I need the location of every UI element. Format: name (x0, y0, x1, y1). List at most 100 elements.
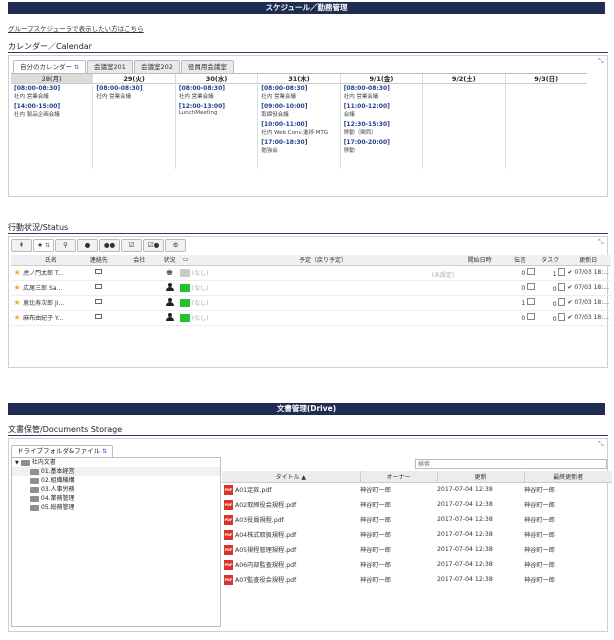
mail-icon[interactable] (95, 314, 103, 319)
pin-button[interactable]: ⇞ (11, 239, 32, 252)
task-icon[interactable] (558, 312, 566, 321)
message-icon[interactable] (527, 298, 536, 305)
check-group-button[interactable]: ☑● (143, 239, 164, 252)
calendar-event[interactable]: [11:00-12:00] 会議 (341, 102, 422, 118)
calendar-event[interactable]: [14:00-15:00] 社内 製品企画会議 (11, 102, 92, 118)
settings-button[interactable]: ⚙ (165, 239, 186, 252)
tab-my-calendar[interactable]: 自分のカレンダー ⇅ (13, 60, 87, 73)
member-name[interactable]: 恵比寿次郎 Ji... (23, 295, 79, 311)
folder-item[interactable]: 01.基本経営 (12, 467, 220, 476)
file-row[interactable]: PDF A04株式取扱規程.pdf 神谷町一郎 2017-07-04 12:38 … (222, 527, 612, 542)
calendar-day-header[interactable]: 9/1(金) (340, 74, 423, 84)
member-name[interactable]: 広尾三郎 Sa... (23, 280, 79, 296)
group-comment-button[interactable]: ●● (99, 239, 120, 252)
task-icon[interactable] (558, 267, 566, 276)
favorite-star-icon[interactable]: ★ (13, 268, 20, 277)
calendar-event[interactable]: [10:00-11:00] 社内 Web Conv.進捗 MTG (258, 120, 339, 136)
folder-item[interactable]: 02.組織機構 (12, 476, 220, 485)
calendar-day-header[interactable]: 30(水) (175, 74, 258, 84)
tab-executive-room[interactable]: 役員用会議室 (180, 60, 234, 73)
col-start[interactable]: 開始日時 (454, 255, 505, 266)
file-title[interactable]: A02取締役会規程.pdf (235, 502, 296, 509)
file-row[interactable]: PDF A05規程管理規程.pdf 神谷町一郎 2017-07-04 12:38 … (222, 542, 612, 557)
file-title[interactable]: A07監査役会規程.pdf (235, 577, 296, 584)
calendar-day-column[interactable]: 30(水) [08:00-08:30] 社内 営業会議 [12:00-13:00… (175, 74, 259, 169)
calendar-day-column[interactable]: 31(木) [08:00-08:30] 社内 営業会議 [09:00-10:00… (258, 74, 341, 169)
file-row[interactable]: PDF A02取締役会規程.pdf 神谷町一郎 2017-07-04 12:38 … (222, 497, 612, 512)
favorite-star-icon[interactable]: ★ (13, 298, 20, 307)
calendar-day-column[interactable]: 9/3(日) (505, 74, 587, 169)
calendar-day-column[interactable]: 9/2(土) (423, 74, 506, 169)
status-row[interactable]: ★ 虎ノ門太郎 T... ♚ (なし) (未設定) 0 1 ✔ 07/03 18… (11, 265, 611, 281)
file-title[interactable]: A03役員規程.pdf (235, 517, 284, 524)
col-task[interactable]: タスク (535, 255, 566, 266)
tree-root[interactable]: ▼ 社内文書 (12, 458, 220, 467)
status-row[interactable]: ★ 麻布由紀子 Y... (なし) 0 0 ✔ 07/03 18:... (11, 310, 611, 326)
file-row[interactable]: PDF A03役員規程.pdf 神谷町一郎 2017-07-04 12:38 神谷… (222, 512, 612, 527)
folder-item[interactable]: 03.人事労務 (12, 485, 220, 494)
message-icon[interactable] (527, 313, 536, 320)
comment-button[interactable]: ● (77, 239, 98, 252)
mail-icon[interactable] (95, 284, 103, 289)
message-icon[interactable] (527, 283, 536, 290)
file-title[interactable]: A01定款.pdf (235, 487, 271, 494)
resize-icon[interactable]: ⤡ (598, 239, 605, 246)
favorite-star-icon[interactable]: ★ (13, 313, 20, 322)
folder-item[interactable]: 05.総務管理 (12, 503, 220, 512)
col-message[interactable]: 伝言 (504, 255, 536, 266)
tab-drive-folders[interactable]: ドライブフォルダ&ファイル ⇅ (11, 445, 114, 457)
favorite-filter-button[interactable]: ★ ⇅ (33, 239, 54, 252)
col-title[interactable]: タイトル ▲ (222, 471, 361, 483)
calendar-event[interactable]: [17:00-18:30] 勉強会 (258, 138, 339, 154)
calendar-event[interactable]: [09:00-10:00] 取締役会議 (258, 102, 339, 118)
tab-room-201[interactable]: 会議室201 (87, 60, 133, 73)
col-name[interactable]: 氏名 (23, 255, 79, 266)
calendar-day-header[interactable]: 28(月) (11, 74, 93, 84)
task-icon[interactable] (558, 282, 566, 291)
calendar-day-header[interactable]: 31(木) (258, 74, 340, 84)
col-state[interactable]: 状況 (159, 255, 180, 266)
resize-icon[interactable]: ⤡ (598, 58, 605, 65)
file-title[interactable]: A04株式取扱規程.pdf (235, 532, 296, 539)
calendar-day-header[interactable]: 9/2(土) (423, 74, 505, 84)
status-row[interactable]: ★ 恵比寿次郎 Ji... (なし) 1 0 ✔ 07/03 18:... (11, 295, 611, 311)
resize-icon[interactable]: ⤡ (598, 441, 605, 448)
calendar-event[interactable]: [08:00-08:30] 社内 営業会議 (11, 84, 92, 100)
file-row[interactable]: PDF A01定款.pdf 神谷町一郎 2017-07-04 12:38 神谷町一… (222, 482, 612, 497)
col-plan[interactable]: 予定（戻り予定） (191, 255, 455, 266)
file-title[interactable]: A06内部監査規程.pdf (235, 562, 296, 569)
task-icon[interactable] (558, 297, 566, 306)
calendar-day-header[interactable]: 29(火) (93, 74, 175, 84)
calendar-day-header[interactable]: 9/3(日) (505, 74, 587, 84)
status-row[interactable]: ★ 広尾三郎 Sa... (なし) 0 0 ✔ 07/03 18:... (11, 280, 611, 296)
tab-room-202[interactable]: 会議室202 (133, 60, 180, 73)
col-updated[interactable]: 更新日 (565, 255, 611, 266)
col-last-editor[interactable]: 最終更新者 (524, 471, 612, 483)
expand-icon[interactable]: ▼ (15, 460, 19, 466)
col-contact[interactable]: 連絡先 (78, 255, 120, 266)
file-row[interactable]: PDF A06内部監査規程.pdf 神谷町一郎 2017-07-04 12:38 … (222, 557, 612, 572)
col-owner[interactable]: オーナー (360, 471, 438, 483)
calendar-event[interactable]: [08:00-08:30] 社内 営業会議 (93, 84, 174, 100)
favorite-star-icon[interactable]: ★ (13, 283, 20, 292)
group-scheduler-link[interactable]: グループスケジューラで表示したい方はこちら (8, 23, 144, 33)
member-name[interactable]: 虎ノ門太郎 T... (23, 265, 79, 281)
mail-icon[interactable] (95, 299, 103, 304)
calendar-event[interactable]: [12:00-13:00] LunchMeeting (176, 102, 257, 116)
calendar-event[interactable]: [12:30-15:30] 移動（関西） (341, 120, 422, 136)
search-input[interactable] (415, 459, 607, 469)
calendar-event[interactable]: [08:00-08:30] 社内 営業会議 (258, 84, 339, 100)
folder-item[interactable]: 04.業務管理 (12, 494, 220, 503)
message-icon[interactable] (527, 268, 536, 275)
search-button[interactable]: ⚲ (55, 239, 76, 252)
col-company[interactable]: 会社 (119, 255, 160, 266)
file-row[interactable]: PDF A07監査役会規程.pdf 神谷町一郎 2017-07-04 12:38 … (222, 572, 612, 587)
calendar-event[interactable]: [08:00-08:30] 社内 営業会議 (341, 84, 422, 100)
calendar-event[interactable]: [08:00-08:30] 社内 営業会議 (176, 84, 257, 100)
calendar-day-column[interactable]: 28(月) [08:00-08:30] 社内 営業会議 [14:00-15:00… (11, 74, 94, 169)
col-updated[interactable]: 更新 (437, 471, 525, 483)
check-button[interactable]: ☑ (121, 239, 142, 252)
calendar-day-column[interactable]: 9/1(金) [08:00-08:30] 社内 営業会議 [11:00-12:0… (340, 74, 424, 169)
mail-icon[interactable] (95, 269, 103, 274)
file-title[interactable]: A05規程管理規程.pdf (235, 547, 296, 554)
